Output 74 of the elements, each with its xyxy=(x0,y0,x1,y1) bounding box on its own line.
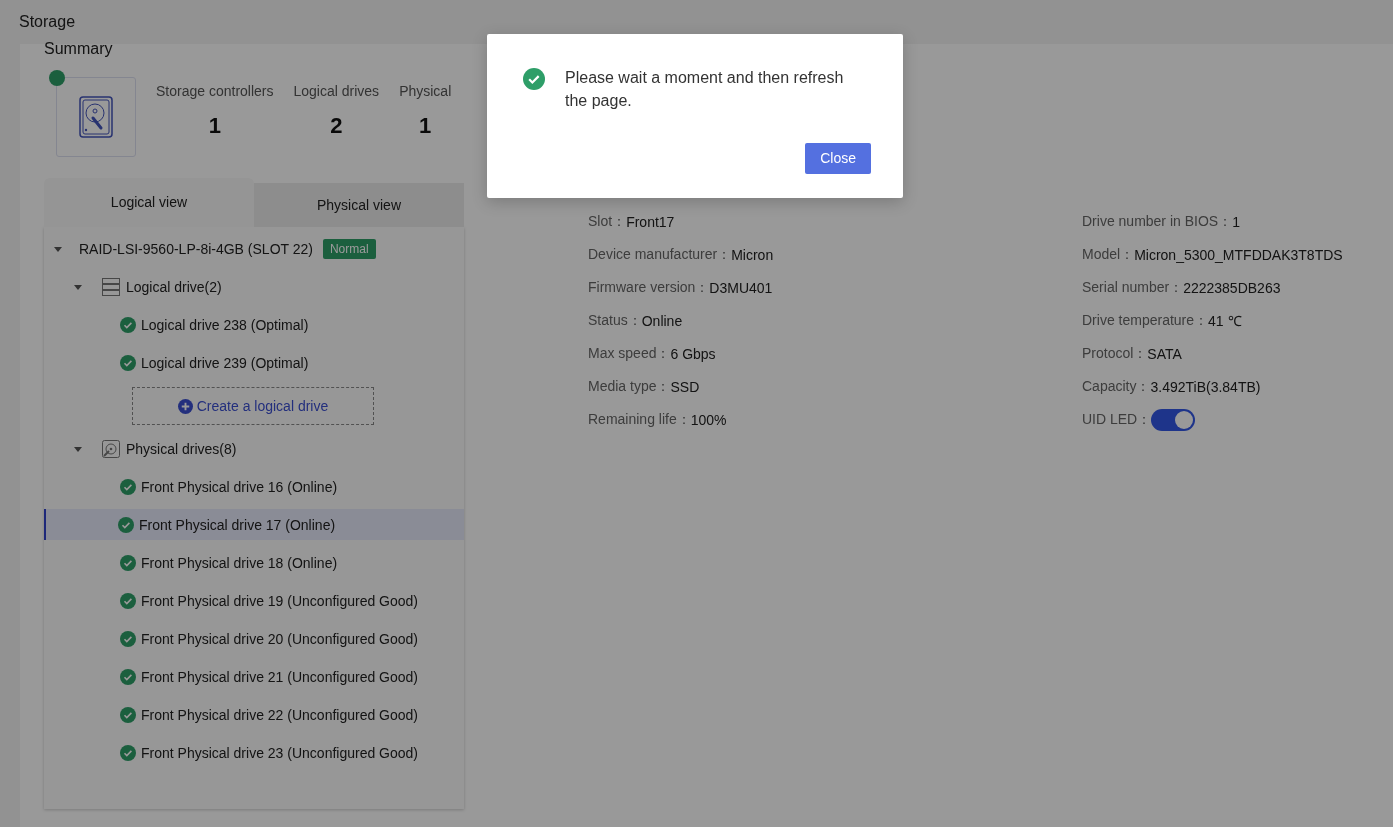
close-button[interactable]: Close xyxy=(805,143,871,174)
field-label: Status： xyxy=(588,311,642,330)
field-value: 6 Gbps xyxy=(670,345,716,362)
field-label: Serial number： xyxy=(1082,278,1184,297)
field-value: Micron_5300_MTFDDAK3T8TDS xyxy=(1134,246,1343,263)
controller-label[interactable]: RAID-LSI-9560-LP-8i-4GB (SLOT 22) xyxy=(79,241,313,257)
status-badge: Normal xyxy=(322,239,376,259)
field-value: Micron xyxy=(731,246,774,263)
tree-item[interactable]: Front Physical drive 22 (Unconfigured Good) xyxy=(44,696,464,734)
field-label: Media type： xyxy=(588,377,671,396)
dialog-message: Please wait a moment and then refresh the page. xyxy=(565,68,845,111)
create-drive-button[interactable]: Create a logical drive xyxy=(132,387,374,425)
check-circle-icon xyxy=(120,593,136,609)
field-value: SATA xyxy=(1147,345,1182,362)
field-value: 2222385DB263 xyxy=(1183,279,1281,296)
field-label: Capacity： xyxy=(1082,377,1151,396)
field-value: D3MU401 xyxy=(709,279,773,296)
stat-label: Physical xyxy=(399,83,452,99)
plus-circle-icon xyxy=(177,398,193,414)
field-value: Front17 xyxy=(626,213,675,230)
tree-item[interactable]: Logical drive 238 (Optimal) xyxy=(44,306,464,344)
field-label: UID LED： xyxy=(1082,410,1152,429)
field-label: Max speed： xyxy=(588,344,671,363)
view-tab[interactable]: Logical view xyxy=(44,178,254,227)
tree-item[interactable]: Front Physical drive 23 (Unconfigured Good) xyxy=(44,734,464,772)
section-title: Summary xyxy=(44,40,114,58)
tree-item[interactable]: Front Physical drive 20 (Unconfigured Good) xyxy=(44,620,464,658)
caret-icon[interactable] xyxy=(74,284,82,290)
caret-icon[interactable] xyxy=(74,446,82,452)
success-icon xyxy=(523,68,545,90)
check-circle-icon xyxy=(120,555,136,571)
check-circle-icon xyxy=(120,355,136,371)
check-circle-icon xyxy=(120,745,136,761)
tree-group-label[interactable]: Physical drives(8) xyxy=(126,441,237,457)
field-value: 41 ℃ xyxy=(1208,312,1242,330)
stat-value: 1 xyxy=(208,113,221,139)
tree-item[interactable]: Logical drive 239 (Optimal) xyxy=(44,344,464,382)
check-circle-icon xyxy=(118,516,134,533)
field-label: Protocol： xyxy=(1082,344,1148,363)
field-label: Device manufacturer： xyxy=(588,245,732,264)
stat-label: Storage controllers xyxy=(156,83,274,99)
check-circle-icon xyxy=(120,669,136,685)
field-label: Drive number in BIOS： xyxy=(1082,212,1233,231)
tree-item[interactable]: Front Physical drive 17 (Online) xyxy=(44,509,464,540)
view-tab[interactable]: Physical view xyxy=(254,183,464,227)
stat-label: Logical drives xyxy=(293,83,380,99)
field-label: Drive temperature： xyxy=(1082,311,1209,330)
stat-value: 2 xyxy=(330,113,343,139)
check-circle-icon xyxy=(120,479,136,495)
tree-item[interactable]: Front Physical drive 21 (Unconfigured Good) xyxy=(44,658,464,696)
tree-group-label[interactable]: Logical drive(2) xyxy=(126,279,222,295)
field-value: Online xyxy=(641,312,683,329)
tree-item[interactable]: Front Physical drive 19 (Unconfigured Good) xyxy=(44,582,464,620)
caret-icon[interactable] xyxy=(54,246,62,252)
check-circle-icon xyxy=(120,317,136,333)
check-circle-icon xyxy=(120,707,136,723)
field-value: 1 xyxy=(1232,213,1240,230)
tree-item[interactable]: Front Physical drive 18 (Online) xyxy=(44,544,464,582)
field-label: Remaining life： xyxy=(588,410,691,429)
hard-drive-icon xyxy=(102,440,120,458)
server-icon xyxy=(102,278,120,296)
toggle-switch[interactable] xyxy=(1151,408,1196,431)
hard-drive-icon xyxy=(79,96,113,138)
stat-value: 1 xyxy=(419,113,432,139)
field-value: 3.492TiB(3.84TB) xyxy=(1150,378,1261,395)
tree-item[interactable]: Front Physical drive 16 (Online) xyxy=(44,468,464,506)
status-dot xyxy=(49,70,65,86)
check-circle-icon xyxy=(120,631,136,647)
field-label: Model： xyxy=(1082,245,1135,264)
field-value: SSD xyxy=(670,378,700,395)
page-title: Storage xyxy=(19,13,76,31)
field-label: Firmware version： xyxy=(588,278,710,297)
field-value: 100% xyxy=(690,411,727,428)
field-label: Slot： xyxy=(588,212,627,231)
